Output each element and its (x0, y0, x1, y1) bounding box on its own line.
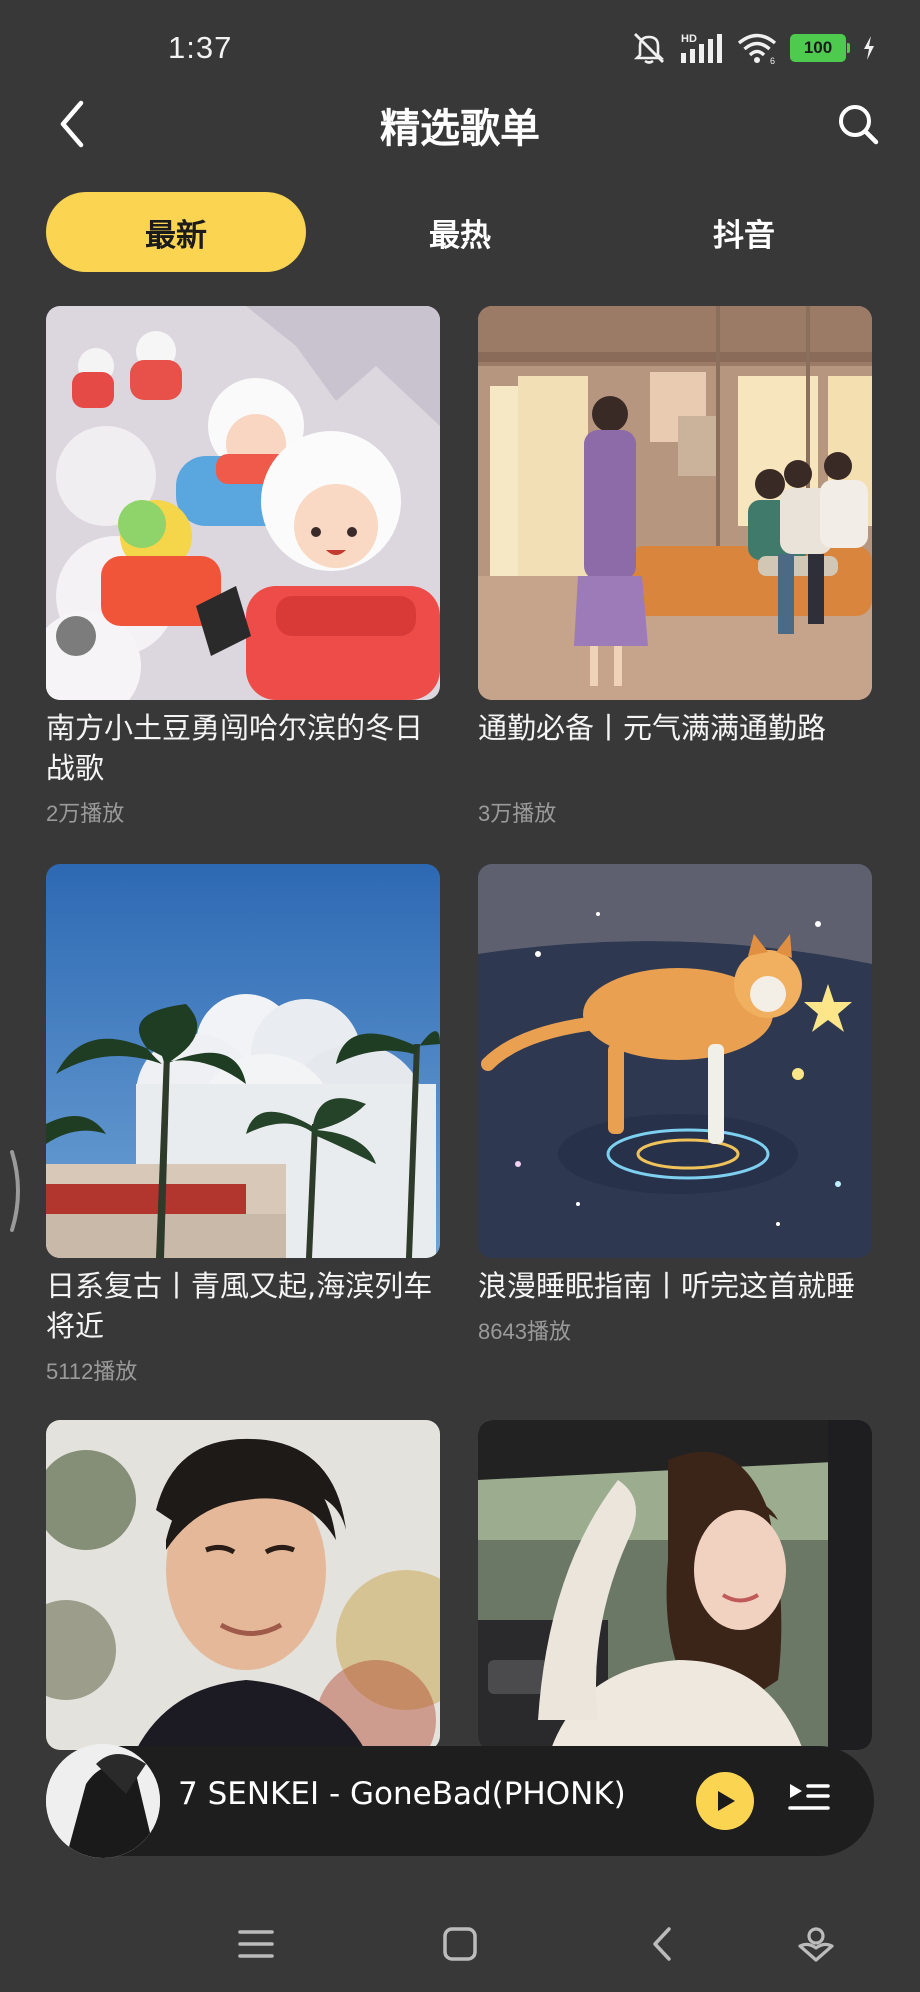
play-count: 8643播放 (478, 1319, 571, 1344)
playlist-title[interactable]: 通勤必备丨元气满满通勤路 (478, 708, 872, 748)
wifi-icon: 6 (737, 33, 777, 65)
playlist-title[interactable]: 浪漫睡眠指南丨听完这首就睡 (478, 1266, 872, 1306)
home-button[interactable] (430, 1914, 490, 1974)
back-nav-button[interactable] (632, 1914, 692, 1974)
tab-bar: 最新 最热 抖音 (46, 192, 876, 272)
svg-text:6: 6 (770, 56, 775, 65)
playlist-button[interactable] (786, 1778, 832, 1824)
playlist-title[interactable]: 日系复古丨青風又起,海滨列车将近 (46, 1266, 440, 1346)
play-icon (718, 1791, 735, 1811)
status-bar: 1:37 HD 6 100 (0, 0, 920, 100)
play-count: 5112播放 (46, 1359, 138, 1384)
mute-icon (633, 33, 665, 64)
playlist-cover[interactable] (478, 1420, 872, 1750)
header: 精选歌单 (0, 90, 920, 156)
playlist-card[interactable]: 通勤必备丨元气满满通勤路 3万播放 (478, 306, 872, 828)
playlist-cover[interactable] (46, 306, 440, 700)
edge-handle[interactable] (6, 1148, 24, 1234)
page-title: 精选歌单 (380, 106, 540, 152)
playlist-icon (788, 1784, 830, 1810)
playlist-card[interactable]: 浪漫睡眠指南丨听完这首就睡 8643播放 (478, 864, 872, 1346)
playlist-card[interactable] (46, 1420, 440, 1750)
playlist-cover[interactable] (46, 864, 440, 1258)
menu-button[interactable] (226, 1914, 286, 1974)
tab-latest[interactable]: 最新 (46, 192, 306, 272)
song-title[interactable]: 7 SENKEI - GoneBad(PHONK) (178, 1776, 626, 1812)
playlist-card[interactable]: 南方小土豆勇闯哈尔滨的冬日战歌 2万播放 (46, 306, 440, 828)
charging-icon (864, 36, 874, 60)
search-icon (839, 105, 879, 145)
play-count: 2万播放 (46, 801, 125, 826)
battery-icon: 100 (790, 34, 850, 62)
playlist-card[interactable] (478, 1420, 872, 1750)
edge-handle-icon (10, 1150, 20, 1232)
playlist-cover[interactable] (478, 306, 872, 700)
tab-hottest[interactable]: 最热 (330, 192, 590, 272)
playlist-card[interactable]: 日系复古丨青風又起,海滨列车将近 5112播放 (46, 864, 440, 1386)
mini-player[interactable]: 7 SENKEI - GoneBad(PHONK) (46, 1744, 874, 1858)
network-label: HD (681, 33, 697, 45)
assistant-button[interactable] (786, 1914, 846, 1974)
status-time: 1:37 (168, 30, 233, 65)
play-button[interactable] (696, 1772, 754, 1830)
assistant-icon (798, 1927, 834, 1962)
play-count: 3万播放 (478, 801, 557, 826)
battery-level: 100 (790, 34, 846, 62)
search-button[interactable] (830, 96, 886, 152)
status-icons: HD 6 100 (630, 28, 876, 68)
tab-douyin[interactable]: 抖音 (614, 192, 874, 272)
playlist-cover[interactable] (478, 864, 872, 1258)
album-art[interactable] (46, 1744, 160, 1858)
signal-icon: HD (681, 33, 722, 63)
playlist-cover[interactable] (46, 1420, 440, 1750)
home-icon (443, 1927, 477, 1961)
system-nav-bar (0, 1900, 920, 1992)
back-icon (653, 1927, 671, 1961)
playlist-title[interactable]: 南方小土豆勇闯哈尔滨的冬日战歌 (46, 708, 440, 788)
menu-icon (238, 1930, 274, 1958)
